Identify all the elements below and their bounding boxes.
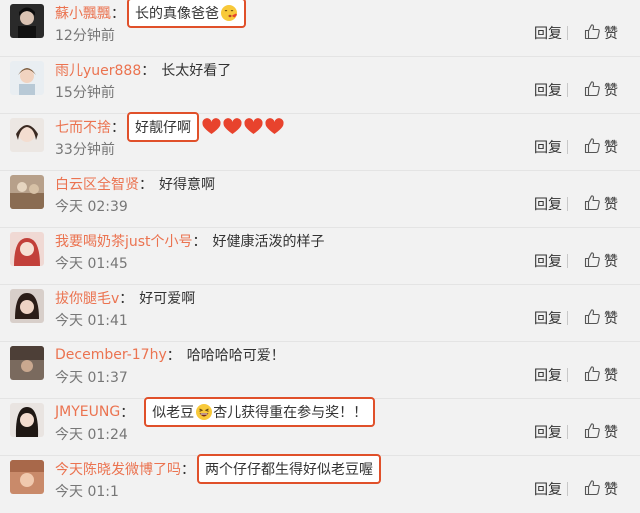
heart-icon: [202, 118, 221, 134]
comment-text-after-emoji: 杏儿获得重在参与奖！！: [213, 405, 368, 421]
reply-button[interactable]: 回复: [534, 23, 562, 43]
kissing-face-emoji-icon: [221, 5, 237, 21]
comment-row: 蘇小飄飄 ： 长的真像爸爸 12分钟前 回复 赞: [0, 0, 640, 57]
action-divider: [567, 140, 568, 154]
comment-username[interactable]: 拔你腿毛v: [55, 288, 119, 308]
avatar[interactable]: [10, 175, 44, 209]
like-button[interactable]: 赞: [604, 80, 618, 100]
comment-username[interactable]: 白云区全智贤: [55, 174, 139, 194]
avatar[interactable]: [10, 403, 44, 437]
thumbs-up-icon[interactable]: [584, 137, 601, 154]
comment-time: 今天 01:41: [55, 313, 128, 329]
heart-icon: [265, 118, 284, 134]
reply-button[interactable]: 回复: [534, 194, 562, 214]
thumbs-up-icon[interactable]: [584, 194, 601, 211]
comment-username[interactable]: 今天陈晓发微博了吗: [55, 459, 181, 479]
comment-username[interactable]: 雨儿yuer888: [55, 60, 141, 80]
like-button[interactable]: 赞: [604, 137, 618, 157]
comment-text: 好得意啊: [159, 177, 215, 193]
action-divider: [567, 197, 568, 211]
avatar[interactable]: [10, 4, 44, 38]
hearts-emoji-group: [201, 118, 285, 136]
reply-button[interactable]: 回复: [534, 479, 562, 499]
highlighted-comment: 长的真像爸爸: [127, 0, 246, 28]
comment-list: 蘇小飄飄 ： 长的真像爸爸 12分钟前 回复 赞 雨儿yuer888 ： 长太好…: [0, 0, 640, 500]
comment-text: 长太好看了: [161, 63, 232, 79]
avatar[interactable]: [10, 61, 44, 95]
comment-text: 两个仔仔都生得好似老豆喔: [205, 462, 373, 478]
thumbs-up-icon[interactable]: [584, 80, 601, 97]
comment-row: 拔你腿毛v ： 好可爱啊 今天 01:41 回复 赞: [0, 285, 640, 342]
reply-button[interactable]: 回复: [534, 251, 562, 271]
comment-text-before-emoji: 似老豆: [152, 405, 195, 421]
reply-button[interactable]: 回复: [534, 422, 562, 442]
action-divider: [567, 311, 568, 325]
comment-time: 12分钟前: [55, 28, 115, 44]
comment-row: 雨儿yuer888 ： 长太好看了 15分钟前 回复 赞: [0, 57, 640, 114]
comment-row: JMYEUNG ： 似老豆 杏儿获得重在参与奖！！ 今天 01:24 回复 赞: [0, 397, 640, 456]
like-button[interactable]: 赞: [604, 422, 618, 442]
highlighted-comment: 好靓仔啊: [127, 112, 199, 142]
action-divider: [567, 26, 568, 40]
comment-text: 好可爱啊: [139, 291, 196, 307]
comment-time: 今天 01:1: [55, 484, 119, 500]
comment-row: 今天陈晓发微博了吗 ： 两个仔仔都生得好似老豆喔 今天 01:1 回复 赞: [0, 454, 640, 513]
reply-button[interactable]: 回复: [534, 80, 562, 100]
like-button[interactable]: 赞: [604, 251, 618, 271]
grinning-squint-face-emoji-icon: [196, 404, 213, 420]
comment-username[interactable]: JMYEUNG: [55, 404, 120, 420]
action-divider: [567, 254, 568, 268]
action-divider: [567, 83, 568, 97]
like-button[interactable]: 赞: [604, 23, 618, 43]
like-button[interactable]: 赞: [604, 194, 618, 214]
action-divider: [567, 482, 568, 496]
avatar[interactable]: [10, 346, 44, 380]
comment-time: 今天 01:24: [55, 427, 128, 443]
comment-text: 好靓仔啊: [135, 120, 191, 136]
comment-row: 白云区全智贤 ： 好得意啊 今天 02:39 回复 赞: [0, 171, 640, 228]
reply-button[interactable]: 回复: [534, 365, 562, 385]
like-button[interactable]: 赞: [604, 479, 618, 499]
avatar[interactable]: [10, 232, 44, 266]
action-divider: [567, 425, 568, 439]
thumbs-up-icon[interactable]: [584, 308, 601, 325]
comment-time: 今天 01:45: [55, 256, 128, 272]
comment-row: December-17hy ： 哈哈哈哈可爱！ 今天 01:37 回复 赞: [0, 342, 640, 399]
like-button[interactable]: 赞: [604, 365, 618, 385]
avatar[interactable]: [10, 460, 44, 494]
comment-username[interactable]: 我要喝奶茶just个小号: [55, 231, 193, 251]
comment-row: 七而不捨 ： 好靓仔啊 33分钟前 回复 赞: [0, 112, 640, 171]
action-divider: [567, 368, 568, 382]
comment-row: 我要喝奶茶just个小号 ： 好健康活泼的样子 今天 01:45 回复 赞: [0, 228, 640, 285]
thumbs-up-icon[interactable]: [584, 23, 601, 40]
comment-text: 长的真像爸爸: [135, 6, 219, 22]
reply-button[interactable]: 回复: [534, 137, 562, 157]
comment-time: 今天 02:39: [55, 199, 128, 215]
comment-username[interactable]: 七而不捨: [55, 117, 111, 137]
comment-time: 今天 01:37: [55, 370, 128, 386]
thumbs-up-icon[interactable]: [584, 422, 601, 439]
comment-text: 好健康活泼的样子: [212, 234, 325, 250]
avatar[interactable]: [10, 118, 44, 152]
highlighted-comment: 似老豆 杏儿获得重在参与奖！！: [144, 397, 376, 427]
comment-username[interactable]: December-17hy: [55, 347, 167, 363]
heart-icon: [223, 118, 242, 134]
thumbs-up-icon[interactable]: [584, 479, 601, 496]
avatar[interactable]: [10, 289, 44, 323]
thumbs-up-icon[interactable]: [584, 251, 601, 268]
heart-icon: [244, 118, 263, 134]
comment-time: 33分钟前: [55, 142, 115, 158]
comment-text: 哈哈哈哈可爱！: [186, 348, 285, 364]
like-button[interactable]: 赞: [604, 308, 618, 328]
highlighted-comment: 两个仔仔都生得好似老豆喔: [197, 454, 381, 484]
comment-time: 15分钟前: [55, 85, 115, 101]
thumbs-up-icon[interactable]: [584, 365, 601, 382]
comment-username[interactable]: 蘇小飄飄: [55, 3, 111, 23]
reply-button[interactable]: 回复: [534, 308, 562, 328]
